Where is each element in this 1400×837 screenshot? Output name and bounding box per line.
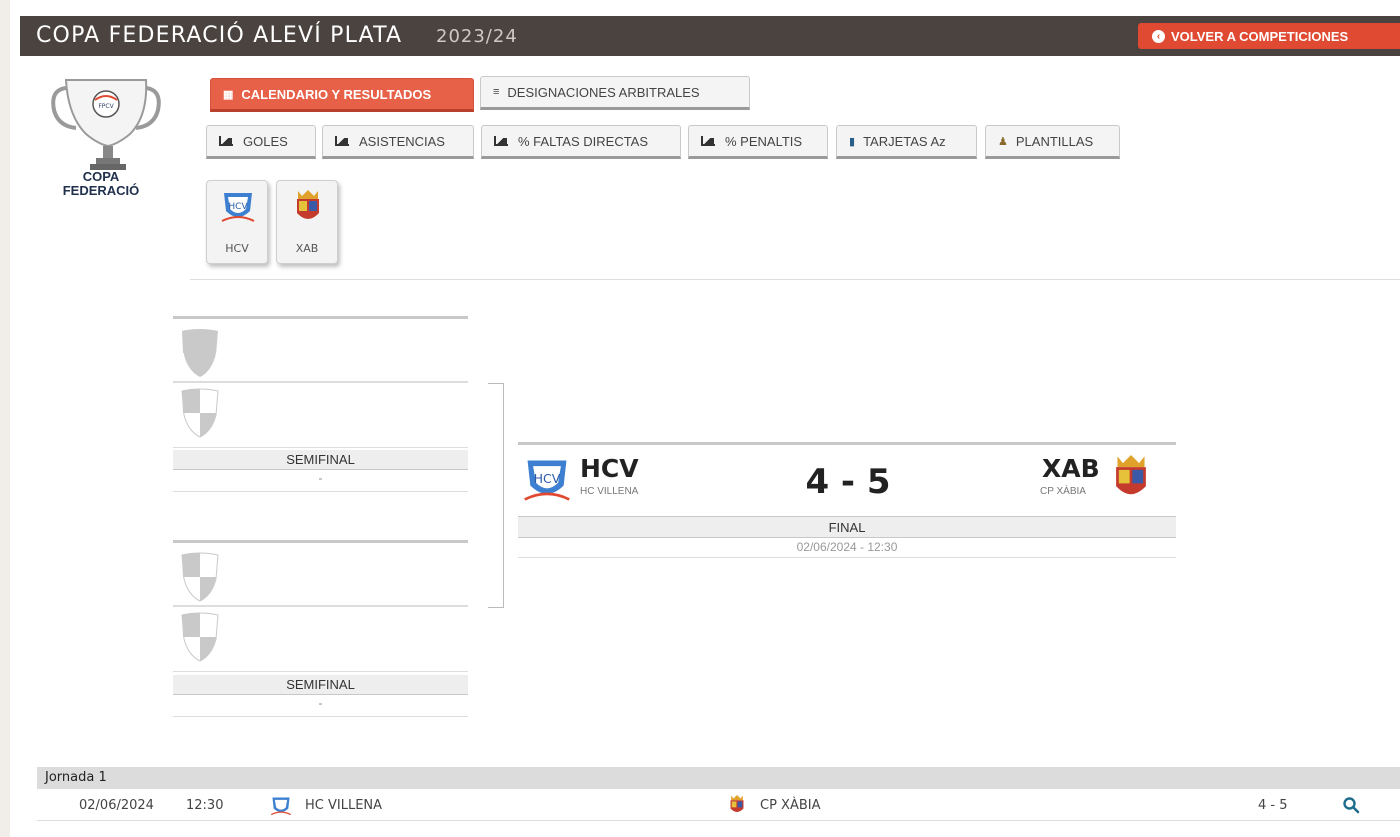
logo-caption-line1: COPA xyxy=(82,169,120,184)
placeholder-shield-icon xyxy=(181,552,219,602)
tab-label: ASISTENCIAS xyxy=(359,133,445,149)
match-home-team[interactable]: HC VILLENA xyxy=(305,798,382,813)
back-button-label: VOLVER A COMPETICIONES xyxy=(1171,28,1349,44)
jornada-header: Jornada 1 xyxy=(37,767,1400,789)
tab-label: TARJETAS Az xyxy=(863,133,946,149)
bracket-slot-empty xyxy=(173,540,468,606)
back-to-competitions-button[interactable]: ‹ VOLVER A COMPETICIONES xyxy=(1138,23,1400,49)
tab-faltas-directas[interactable]: % FALTAS DIRECTAS xyxy=(481,125,681,159)
team-filter-label: HCV xyxy=(225,242,249,255)
xab-crest-icon xyxy=(297,190,319,219)
tab-label: DESIGNACIONES ARBITRALES xyxy=(507,84,700,100)
svg-text:HCV: HCV xyxy=(534,471,561,486)
bracket-slot-empty xyxy=(173,606,468,672)
bracket-slot-empty xyxy=(173,316,468,382)
semifinal-1-sub: - xyxy=(173,470,468,492)
chart-icon xyxy=(701,136,715,146)
final-datetime: 02/06/2024 - 12:30 xyxy=(518,538,1176,558)
team-filter-label: XAB xyxy=(295,242,319,255)
chart-icon xyxy=(494,136,508,146)
final-away-abbr: XAB xyxy=(1042,454,1100,483)
chart-icon xyxy=(335,136,349,146)
bracket-connector xyxy=(488,383,504,608)
tab-tarjetas[interactable]: ▮ TARJETAS Az xyxy=(836,125,977,159)
card-icon: ▮ xyxy=(849,135,856,148)
semifinal-2-label: SEMIFINAL xyxy=(173,675,468,695)
tab-calendario-resultados[interactable]: ▦ CALENDARIO Y RESULTADOS xyxy=(210,78,474,112)
match-away-team[interactable]: CP XÀBIA xyxy=(760,798,821,813)
section-divider xyxy=(190,279,1400,280)
final-away-name: CP XÀBIA xyxy=(1040,486,1086,497)
svg-text:HCV: HCV xyxy=(228,202,248,212)
competition-header: COPA FEDERACIÓ ALEVÍ PLATA 2023/24 ‹ VOL… xyxy=(20,16,1400,56)
hcv-crest-icon: HCV xyxy=(524,460,570,501)
hcv-crest-icon xyxy=(270,797,292,816)
semifinal-2-sub: - xyxy=(173,695,468,717)
xab-crest-icon xyxy=(730,795,744,813)
tab-asistencias[interactable]: ASISTENCIAS xyxy=(322,125,474,159)
left-border-strip xyxy=(0,0,10,837)
placeholder-shield-icon xyxy=(182,329,218,377)
season-label: 2023/24 xyxy=(436,26,518,47)
final-round-label: FINAL xyxy=(518,516,1176,538)
search-icon[interactable] xyxy=(1342,796,1360,814)
match-score: 4 - 5 xyxy=(1258,798,1288,813)
final-score: 4 - 5 xyxy=(805,462,891,502)
team-filter-xab[interactable]: XAB xyxy=(276,180,338,264)
match-time: 12:30 xyxy=(186,798,224,813)
competition-title: COPA FEDERACIÓ ALEVÍ PLATA xyxy=(36,23,403,48)
xab-crest-icon xyxy=(1116,455,1146,495)
tab-designaciones-arbitrales[interactable]: ≡ DESIGNACIONES ARBITRALES xyxy=(480,76,750,110)
tab-label: CALENDARIO Y RESULTADOS xyxy=(241,86,432,102)
tab-penaltis[interactable]: % PENALTIS xyxy=(688,125,828,159)
calendar-icon: ▦ xyxy=(223,88,234,101)
chart-icon xyxy=(219,136,233,146)
tab-label: GOLES xyxy=(243,133,288,149)
hcv-crest-icon: HCV xyxy=(221,193,255,222)
placeholder-shield-icon xyxy=(181,388,219,438)
final-home-abbr: HCV xyxy=(580,454,639,483)
semifinal-1-label: SEMIFINAL xyxy=(173,450,468,470)
table-row[interactable]: 02/06/2024 12:30 HC VILLENA CP XÀBIA 4 -… xyxy=(37,789,1400,821)
tab-label: % PENALTIS xyxy=(725,133,803,149)
tab-label: PLANTILLAS xyxy=(1015,133,1094,149)
logo-badge-text: FPCV xyxy=(98,103,114,110)
match-date: 02/06/2024 xyxy=(79,798,154,813)
list-icon: ≡ xyxy=(493,86,500,98)
placeholder-shield-icon xyxy=(181,612,219,662)
person-icon: ♟ xyxy=(998,135,1008,148)
tab-plantillas[interactable]: ♟ PLANTILLAS xyxy=(985,125,1120,159)
team-filter-hcv[interactable]: HCV HCV xyxy=(206,180,268,264)
tab-goles[interactable]: GOLES xyxy=(206,125,316,159)
logo-caption-line2: FEDERACIÓ xyxy=(62,183,140,198)
final-home-name: HC VILLENA xyxy=(580,486,639,497)
tab-label: % FALTAS DIRECTAS xyxy=(518,133,649,149)
logo-caption: COPA FEDERACIÓ xyxy=(46,170,156,198)
chevron-left-circle-icon: ‹ xyxy=(1152,29,1165,43)
bracket-slot-empty xyxy=(173,382,468,448)
